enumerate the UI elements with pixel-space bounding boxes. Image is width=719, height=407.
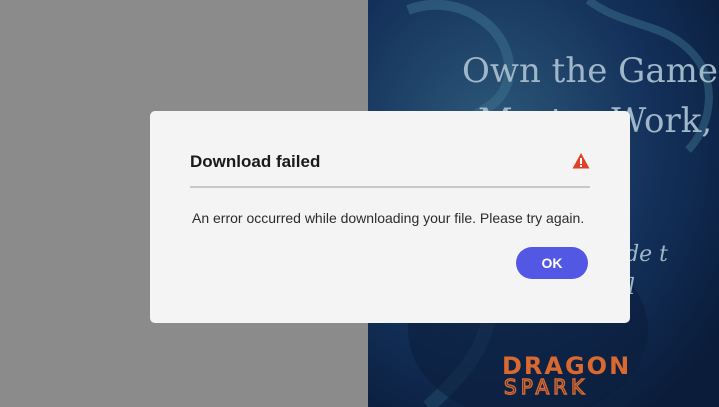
ok-button[interactable]: OK: [516, 247, 588, 279]
page: Own the Game: Master Work, Mindset s Gui…: [0, 0, 719, 407]
dialog-title: Download failed: [190, 152, 321, 171]
dialog-header: Download failed: [190, 111, 590, 188]
dialog-message: An error occurred while downloading your…: [192, 210, 585, 226]
alert-triangle-icon: [572, 153, 590, 169]
